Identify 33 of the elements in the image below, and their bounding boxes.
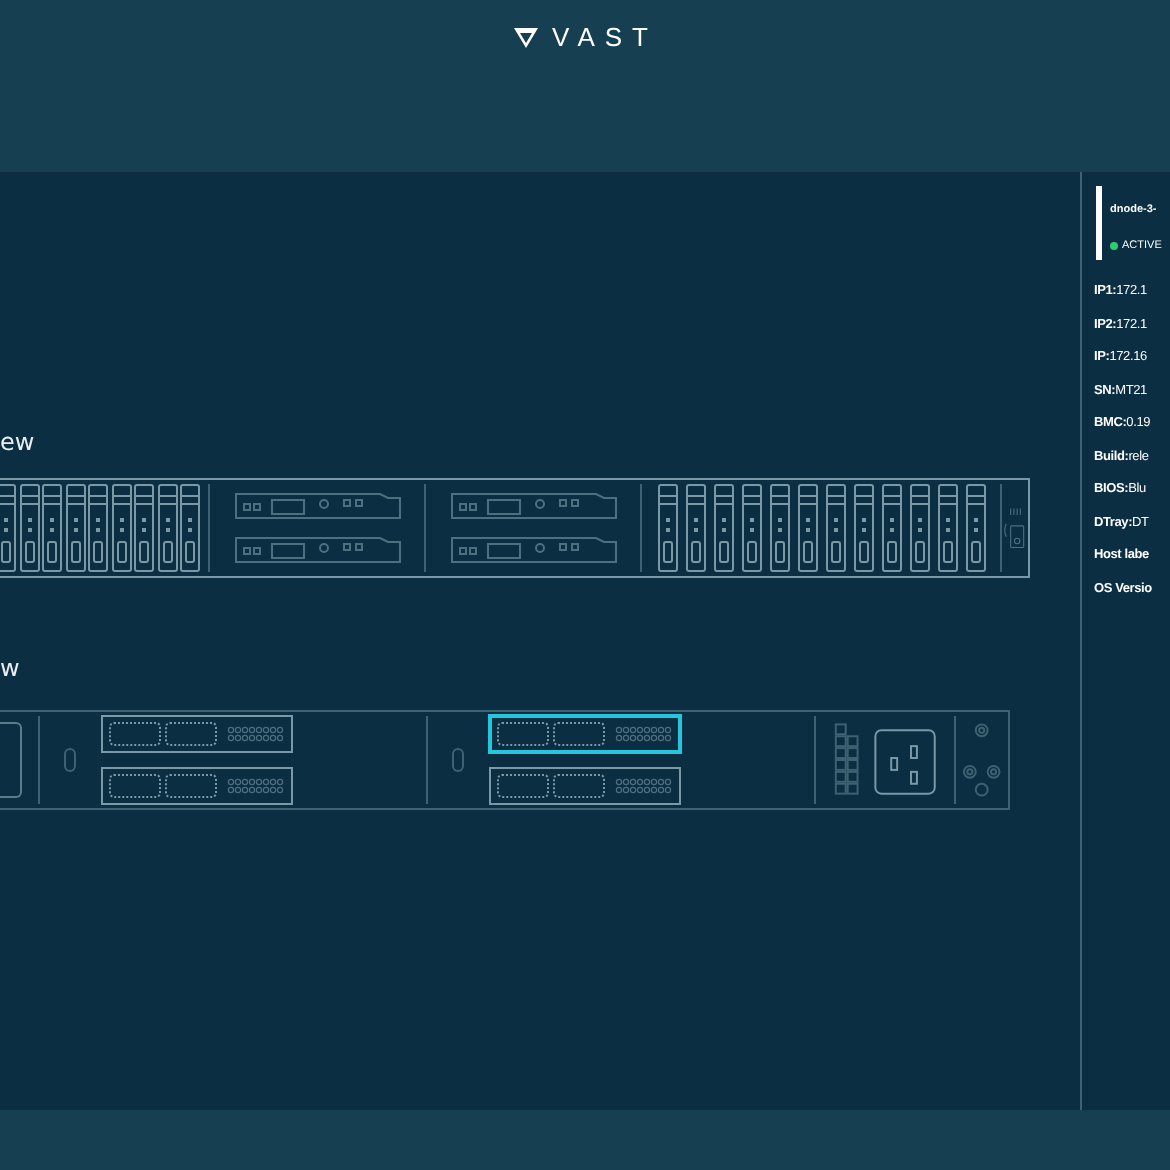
- rack-ear-drawing: [1000, 484, 1028, 572]
- drive-bay-icon: [825, 484, 845, 572]
- drive-bay-icon: [741, 484, 761, 572]
- drive-bay-icon: [881, 484, 901, 572]
- network-card-drawing[interactable]: [99, 714, 294, 754]
- drive-bay-icon: [157, 484, 177, 572]
- drive-bay-icon: [88, 484, 108, 572]
- drive-bay-icon: [965, 484, 985, 572]
- drive-bay-icon: [134, 484, 154, 572]
- drive-bay-icon: [937, 484, 957, 572]
- drive-bay-icon: [713, 484, 733, 572]
- network-card-drawing[interactable]: [99, 766, 294, 806]
- drive-bay-icon: [769, 484, 789, 572]
- drive-bay-icon: [853, 484, 873, 572]
- drive-bay-icon: [111, 484, 131, 572]
- drive-bay-icon: [657, 484, 677, 572]
- drive-bay-icon: [909, 484, 929, 572]
- drive-bay-icon: [19, 484, 39, 572]
- drive-bay-icon: [65, 484, 85, 572]
- logo-text: VAST: [552, 24, 658, 52]
- view-title: ew: [0, 428, 37, 456]
- drive-bay-icon: [0, 484, 16, 572]
- drive-bay-icon: [42, 484, 62, 572]
- latch-icon: [63, 748, 76, 772]
- network-card-drawing[interactable]: [487, 766, 682, 806]
- drive-bay-icon: [797, 484, 817, 572]
- module-edge-drawing: [0, 722, 22, 798]
- latch-icon: [451, 748, 464, 772]
- drive-bay-icon: [180, 484, 200, 572]
- drive-bay-icon: [685, 484, 705, 572]
- view-title: w: [0, 654, 22, 682]
- logo-icon: [512, 26, 540, 50]
- network-card-drawing[interactable]: [487, 714, 682, 754]
